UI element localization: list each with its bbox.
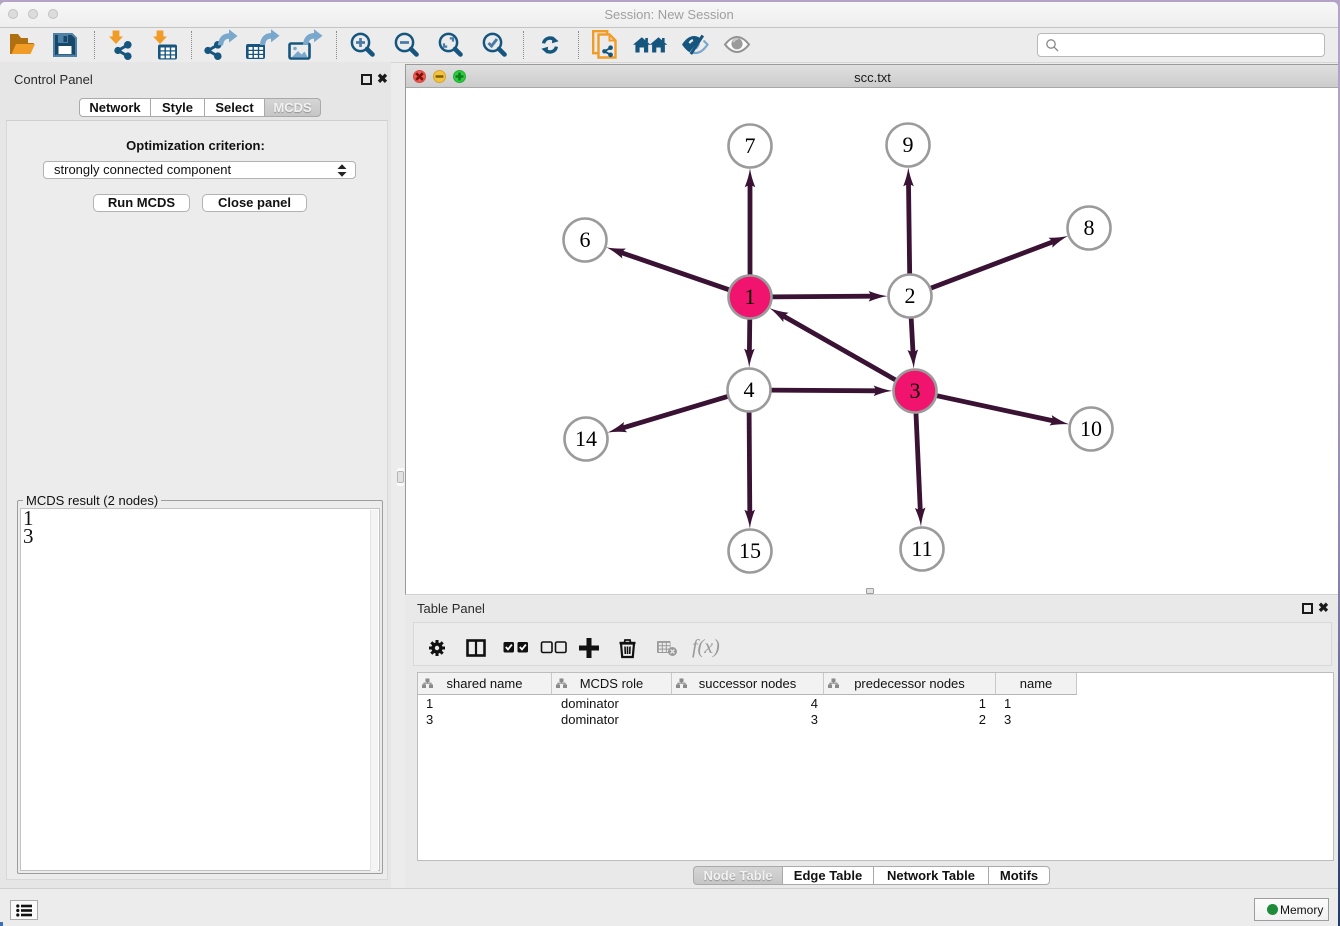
svg-text:8: 8: [1084, 215, 1095, 240]
svg-text:10: 10: [1080, 416, 1102, 441]
svg-text:7: 7: [745, 133, 756, 158]
svg-text:9: 9: [903, 132, 914, 157]
svg-text:11: 11: [911, 536, 932, 561]
svg-text:2: 2: [905, 283, 916, 308]
svg-text:15: 15: [739, 538, 761, 563]
svg-text:6: 6: [580, 227, 591, 252]
svg-text:1: 1: [745, 284, 756, 309]
svg-text:4: 4: [744, 377, 755, 402]
svg-text:14: 14: [575, 426, 597, 451]
svg-text:3: 3: [910, 378, 921, 403]
